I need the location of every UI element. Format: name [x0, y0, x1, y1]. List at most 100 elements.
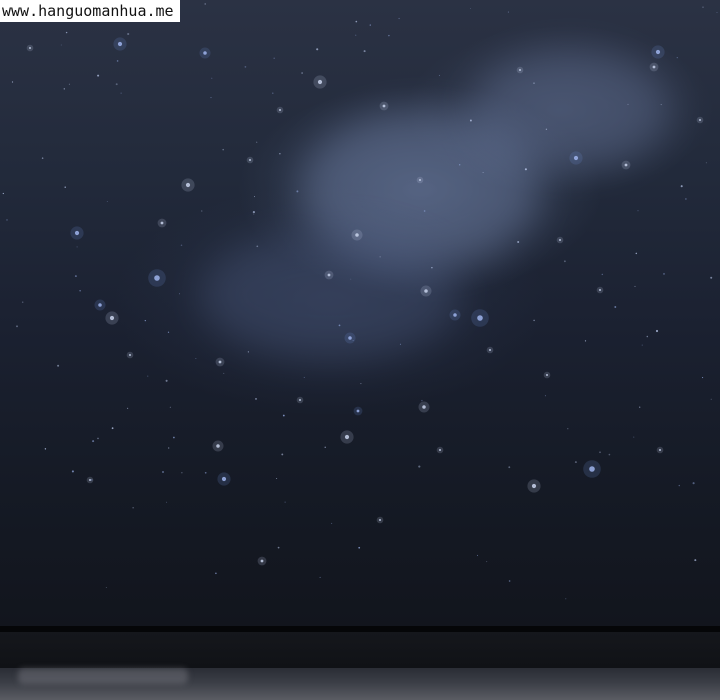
star-speck: [635, 252, 638, 255]
star-speck: [599, 451, 601, 454]
star-speck: [60, 44, 62, 46]
star-speck: [65, 31, 68, 34]
star: [203, 51, 207, 55]
star-speck: [97, 74, 100, 77]
star-speck: [379, 256, 381, 258]
star-speck: [256, 245, 259, 248]
star-speck: [641, 344, 643, 346]
star-speck: [567, 428, 569, 430]
star-speck: [255, 398, 257, 400]
star-speck: [253, 196, 256, 198]
star-speck: [614, 306, 617, 308]
star-speck: [211, 77, 213, 79]
star-speck: [223, 372, 225, 374]
star-speck: [179, 293, 180, 295]
star-speck: [76, 246, 78, 248]
star-speck: [533, 82, 535, 84]
star-speck: [508, 466, 511, 469]
star-speck: [210, 97, 212, 99]
star-speck: [716, 12, 718, 13]
star: [260, 559, 264, 563]
star-speck: [694, 559, 697, 562]
star-speck: [16, 325, 18, 328]
star-speck: [215, 572, 217, 575]
star: [216, 444, 220, 448]
star-speck: [678, 484, 680, 487]
star-speck: [544, 395, 546, 397]
star-speck: [660, 104, 662, 106]
star: [624, 163, 628, 167]
star: [518, 68, 522, 72]
star-speck: [277, 546, 280, 549]
star-speck: [57, 364, 60, 367]
star-speck: [507, 11, 509, 13]
star-speck: [253, 213, 255, 215]
star: [128, 353, 132, 357]
star-speck: [79, 290, 81, 292]
star-speck: [90, 478, 93, 481]
star-speck: [705, 162, 707, 164]
star-speck: [565, 598, 567, 600]
star-speck: [702, 6, 704, 8]
star-speck: [106, 201, 108, 202]
star: [248, 158, 252, 162]
star-speck: [702, 377, 704, 379]
star-speck: [303, 376, 305, 378]
star: [154, 275, 160, 281]
star: [28, 46, 32, 50]
star-speck: [115, 83, 118, 86]
star: [356, 409, 360, 413]
star: [74, 230, 80, 236]
star: [218, 360, 222, 364]
star-field: [2, 3, 718, 600]
star-speck: [685, 198, 687, 200]
star-speck: [324, 446, 326, 448]
star: [185, 182, 191, 188]
star: [355, 233, 359, 237]
star: [598, 288, 602, 292]
star-speck: [680, 185, 683, 188]
star-speck: [244, 66, 247, 68]
star-speck: [168, 447, 170, 449]
star-speck: [162, 471, 164, 473]
star-speck: [6, 219, 8, 221]
star-speck: [431, 267, 433, 269]
star-speck: [369, 24, 371, 26]
star-speck: [71, 470, 74, 473]
star-speck: [388, 34, 390, 37]
star-speck: [256, 141, 258, 143]
star-speck: [355, 34, 357, 36]
star-speck: [350, 278, 352, 280]
star: [655, 49, 661, 55]
star-speck: [92, 440, 95, 443]
star: [418, 178, 422, 182]
star: [382, 104, 386, 108]
star-speck: [398, 17, 400, 20]
star-speck: [358, 546, 361, 549]
star: [424, 289, 428, 293]
star-speck: [166, 501, 168, 503]
star-speck: [180, 244, 183, 246]
star-speck: [111, 427, 114, 430]
star-speck: [459, 164, 461, 166]
star: [652, 65, 656, 69]
star-speck: [272, 92, 274, 94]
star-speck: [144, 319, 146, 322]
star: [558, 238, 562, 242]
star-speck: [44, 448, 47, 450]
star: [109, 315, 115, 321]
star-speck: [608, 453, 611, 456]
star-speck: [74, 275, 77, 278]
star: [278, 108, 282, 112]
star-speck: [282, 414, 285, 417]
star-speck: [247, 351, 250, 353]
star-speck: [634, 285, 636, 287]
star-speck: [147, 375, 149, 377]
star-speck: [574, 461, 577, 464]
star-speck: [173, 436, 175, 439]
star-speck: [663, 272, 665, 275]
star-speck: [41, 157, 44, 159]
star-speck: [276, 477, 278, 480]
star: [378, 518, 382, 522]
star-speck: [11, 81, 14, 83]
